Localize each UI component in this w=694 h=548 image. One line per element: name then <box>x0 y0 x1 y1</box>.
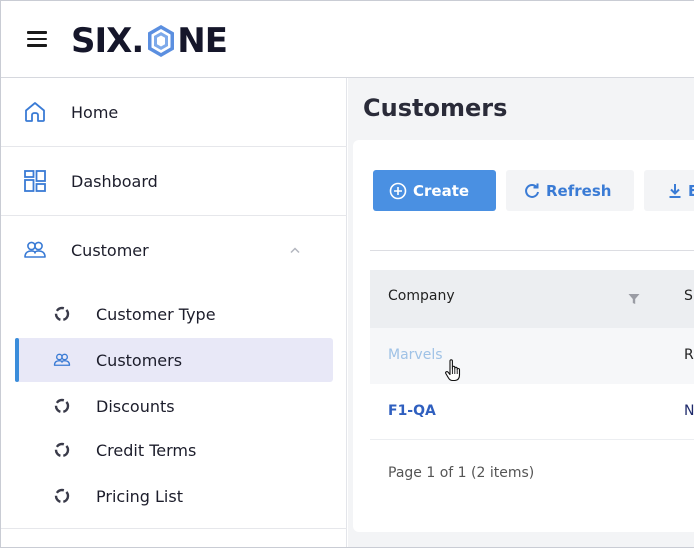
table-cell: N <box>684 403 694 419</box>
sidebar-subitem-label: Customer Type <box>96 304 216 324</box>
ring-icon <box>54 398 70 414</box>
filter-icon[interactable] <box>628 293 640 305</box>
sidebar-item-label: Customer <box>71 241 149 260</box>
table-viewport: Company S Marvels R F1-QA N Page 1 of 1 … <box>353 140 694 530</box>
sidebar-subitem-pricing-list[interactable]: Pricing List <box>15 474 333 518</box>
chevron-up-icon[interactable] <box>290 246 300 254</box>
ring-icon <box>54 306 70 322</box>
customer-group-icon <box>24 241 46 258</box>
sidebar-subitem-credit-terms[interactable]: Credit Terms <box>15 428 333 472</box>
hamburger-menu-icon[interactable] <box>27 31 47 47</box>
app-window: SIX. NE Home Dashboard Customer Customer… <box>0 0 694 548</box>
top-bar: SIX. NE <box>1 1 694 78</box>
sidebar-item-home[interactable]: Home <box>1 78 347 147</box>
toolbar-divider <box>370 250 694 251</box>
sidebar-subitem-customer-type[interactable]: Customer Type <box>15 292 333 336</box>
column-header-status[interactable]: S <box>684 288 693 304</box>
app-logo[interactable]: SIX. NE <box>71 21 228 61</box>
pager-info: Page 1 of 1 (2 items) <box>388 465 535 481</box>
sidebar-item-label: Dashboard <box>71 171 158 191</box>
table-cell: R <box>684 347 694 363</box>
hand-cursor-icon <box>445 359 461 382</box>
sidebar-subitem-label: Pricing List <box>96 486 183 506</box>
sidebar-subitem-discounts[interactable]: Discounts <box>15 384 333 428</box>
logo-text-left: SIX. <box>71 21 144 61</box>
logo-hexagon-icon <box>148 25 175 57</box>
column-header-company[interactable]: Company <box>388 288 455 304</box>
sidebar: Home Dashboard Customer Customer Type Cu… <box>1 78 347 547</box>
logo-text-right: NE <box>177 21 228 61</box>
sidebar-item-dashboard[interactable]: Dashboard <box>1 147 347 216</box>
customer-group-icon <box>53 353 71 366</box>
page-title: Customers <box>363 94 508 122</box>
sidebar-subitem-label: Credit Terms <box>96 440 197 460</box>
sidebar-divider <box>1 528 347 529</box>
ring-icon <box>54 442 70 458</box>
ring-icon <box>54 488 70 504</box>
sidebar-item-label: Home <box>71 102 119 122</box>
sidebar-item-customer[interactable]: Customer <box>1 216 347 285</box>
company-link[interactable]: F1-QA <box>388 403 436 419</box>
sidebar-subitem-customers[interactable]: Customers <box>15 338 333 382</box>
table-row[interactable]: F1-QA N <box>370 384 694 440</box>
dashboard-icon <box>24 170 46 192</box>
sidebar-subitem-label: Customers <box>96 350 183 370</box>
table-header: Company S <box>370 270 694 328</box>
company-link[interactable]: Marvels <box>388 347 443 363</box>
home-icon <box>25 102 45 122</box>
sidebar-subitem-label: Discounts <box>96 396 175 416</box>
table-row[interactable]: Marvels R <box>370 328 694 384</box>
